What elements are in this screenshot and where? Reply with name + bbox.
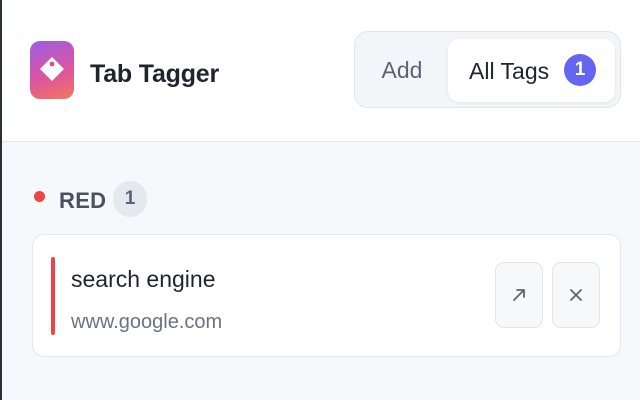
remove-tab-button[interactable]: [552, 262, 600, 328]
group-color-dot: [34, 191, 45, 202]
tab-title: search engine: [71, 266, 216, 292]
arrow-up-right-icon: [513, 289, 525, 301]
group-count-badge: 1: [113, 181, 147, 217]
header: Tab Tagger Add All Tags 1: [2, 0, 640, 142]
tagged-tab-card: search engine www.google.com: [32, 234, 621, 357]
tab-add[interactable]: Add: [359, 38, 445, 102]
close-icon: [570, 289, 582, 301]
open-tab-button[interactable]: [495, 262, 543, 328]
tab-all-tags[interactable]: All Tags 1: [448, 39, 615, 102]
app-title: Tab Tagger: [90, 60, 220, 88]
tab-url: www.google.com: [71, 311, 223, 333]
tab-add-label: Add: [381, 56, 423, 83]
tab-all-tags-label: All Tags: [469, 58, 550, 84]
tab-all-tags-count-badge: 1: [564, 54, 596, 86]
group-name: RED: [59, 188, 107, 213]
app-window: Tab Tagger Add All Tags 1 RED 1 search e…: [0, 0, 640, 400]
group-color-bar: [51, 257, 55, 335]
view-switcher: Add All Tags 1: [354, 31, 621, 108]
app-logo: [30, 41, 74, 99]
tag-icon: [40, 57, 64, 81]
